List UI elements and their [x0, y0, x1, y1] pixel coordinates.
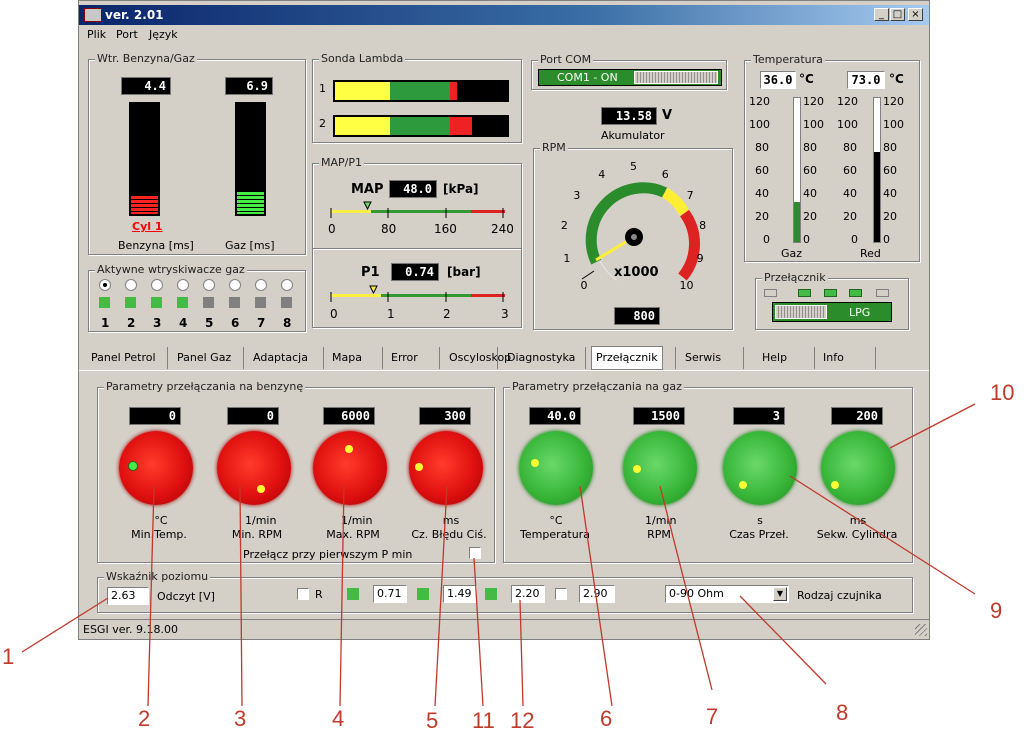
callout-6: 6 [600, 706, 613, 731]
callout-9: 9 [990, 598, 1003, 623]
callout-12: 12 [510, 708, 535, 733]
callout-4: 4 [332, 706, 345, 731]
callout-1: 1 [2, 644, 15, 669]
callout-2: 2 [138, 706, 151, 731]
callout-5: 5 [426, 708, 439, 733]
callout-3: 3 [234, 706, 247, 731]
callout-8: 8 [836, 700, 849, 725]
callout-11: 11 [472, 708, 495, 733]
callout-7: 7 [706, 704, 719, 729]
callout-10: 10 [990, 380, 1015, 405]
callout-lines [21, 403, 976, 707]
